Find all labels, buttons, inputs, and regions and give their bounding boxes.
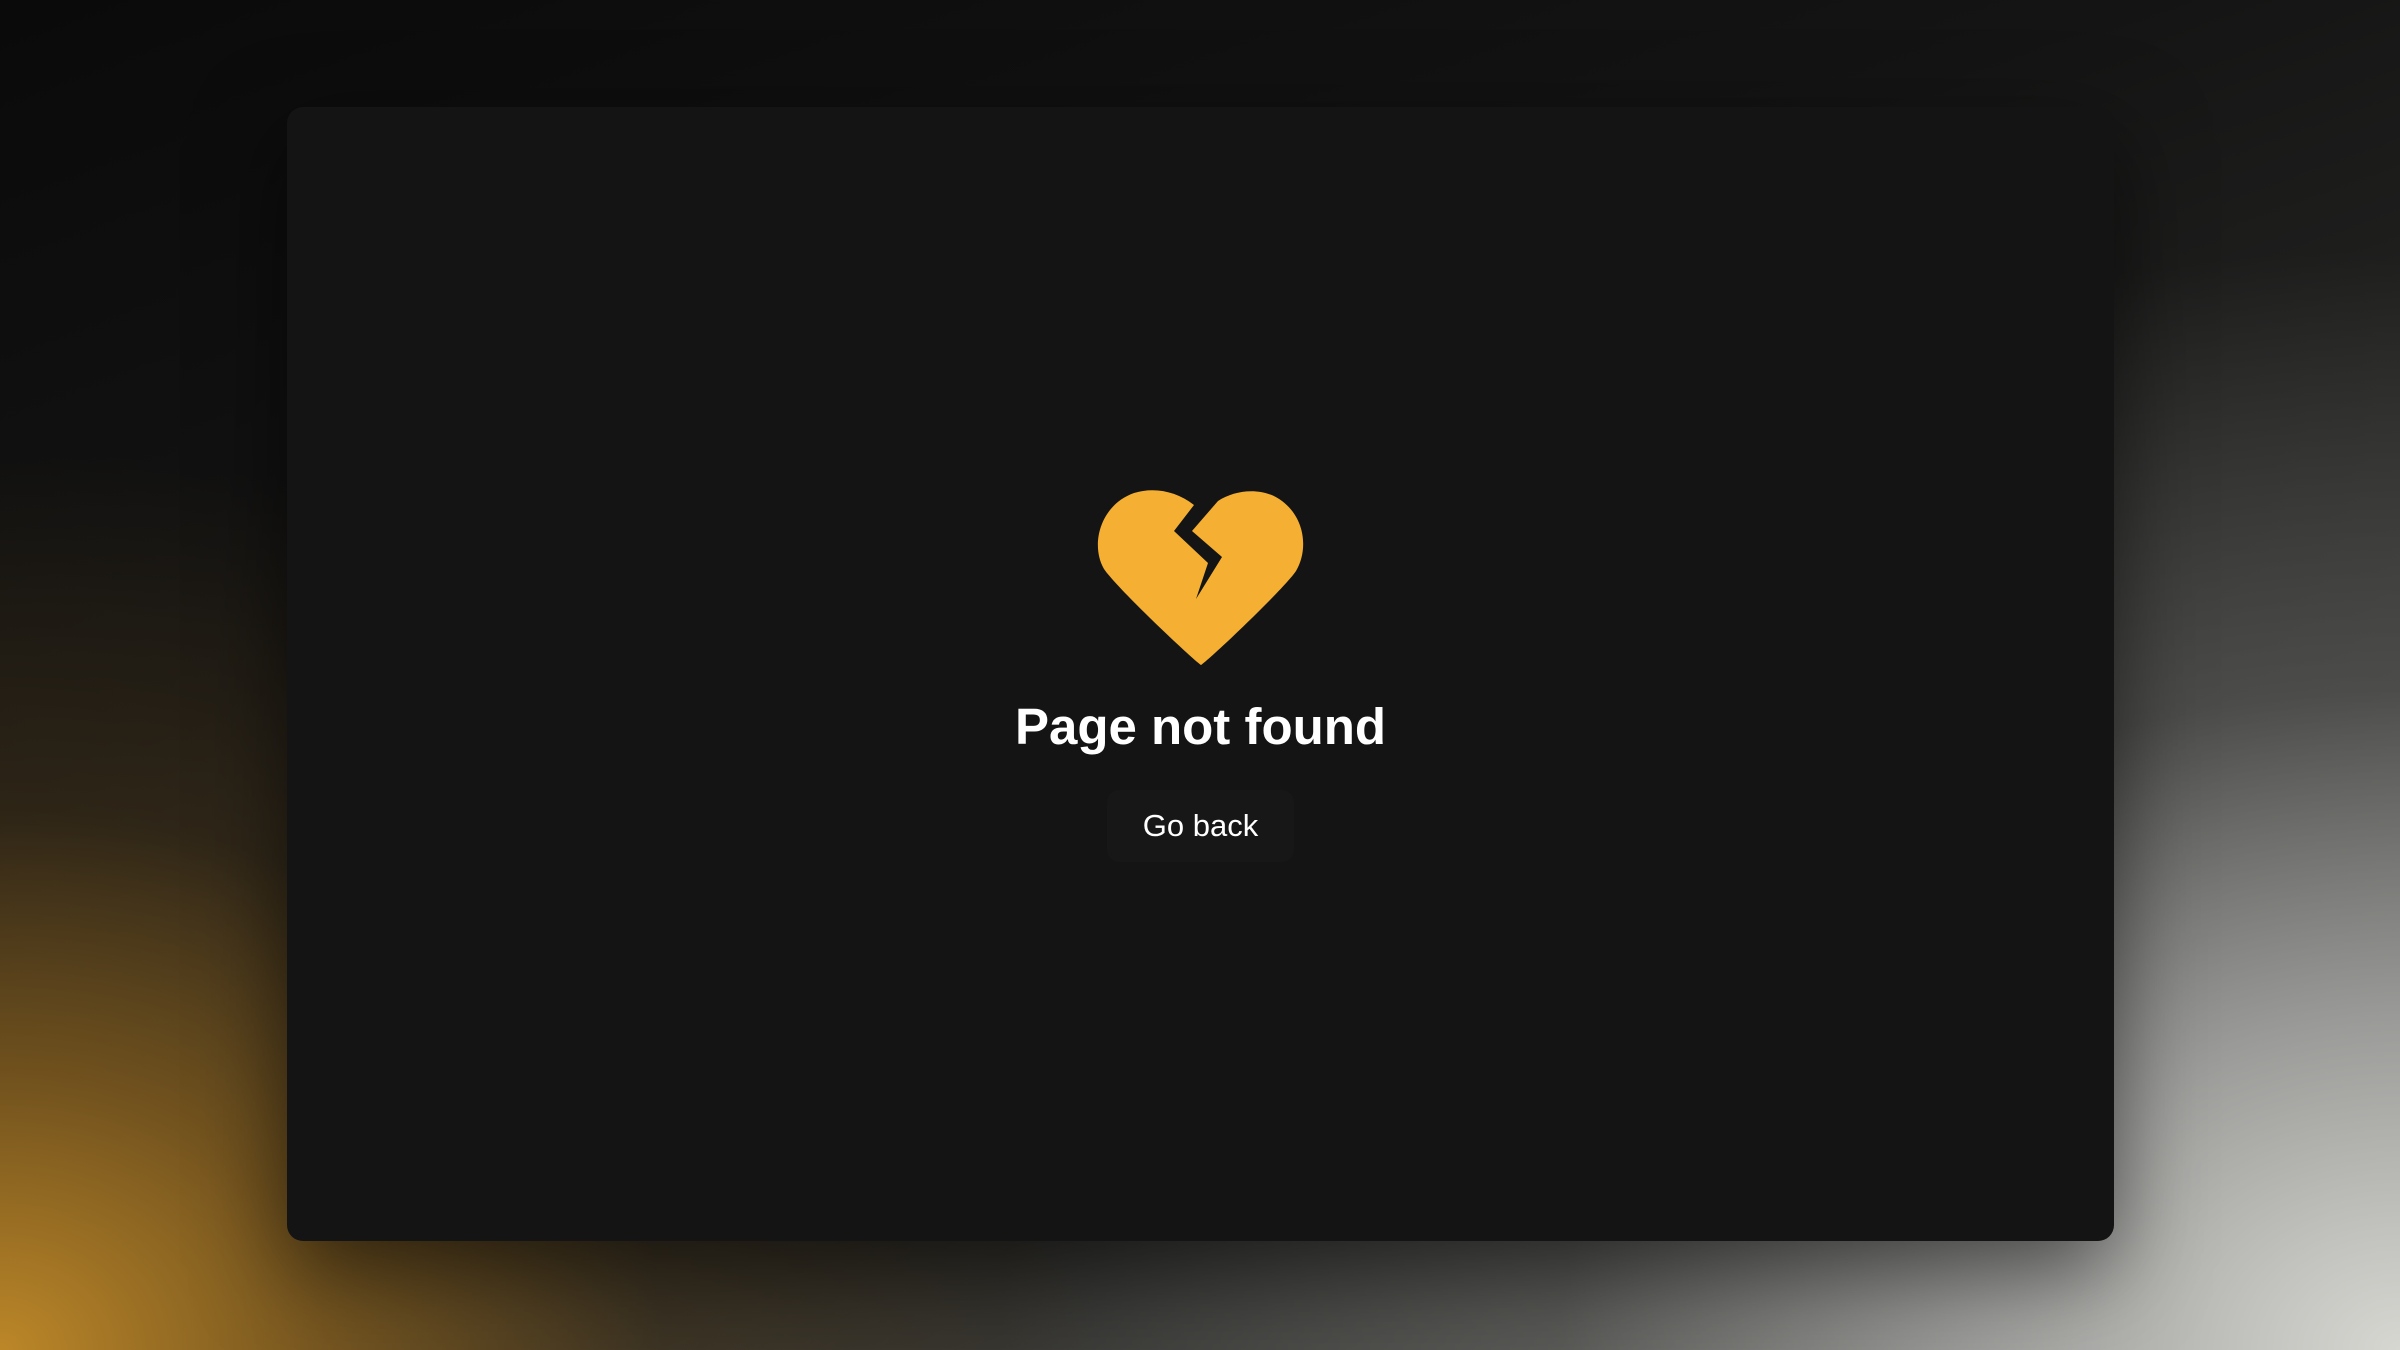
- broken-heart-icon: [1097, 489, 1303, 665]
- error-panel: Page not found Go back: [287, 107, 2114, 1241]
- error-content: Page not found Go back: [1015, 487, 1386, 862]
- go-back-button[interactable]: Go back: [1106, 789, 1295, 862]
- page-title: Page not found: [1014, 697, 1387, 755]
